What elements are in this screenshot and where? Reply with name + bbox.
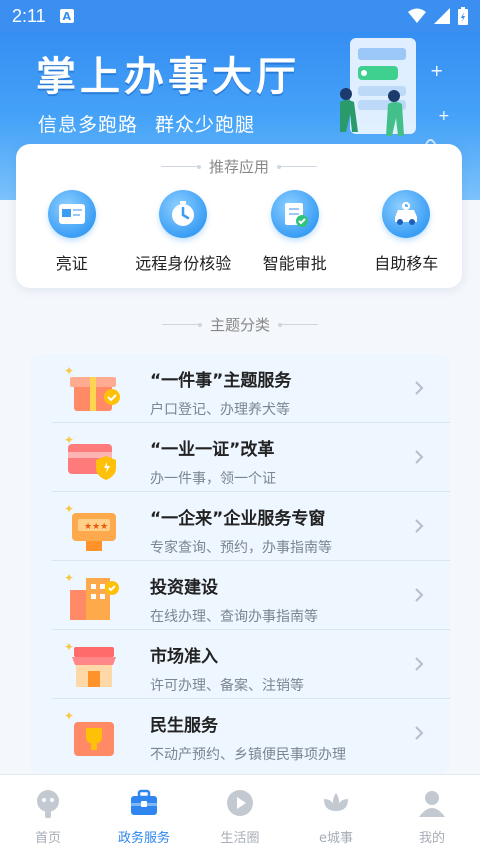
svg-text:+: + [438, 108, 450, 124]
stopwatch-icon [159, 190, 208, 238]
card-shield-icon: ✦ [64, 433, 116, 480]
theme-section-header: 主题分类 [0, 314, 480, 335]
bottom-nav: 首页 政务服务 生活圈 e城事 我的 [0, 774, 480, 854]
recommended-apps-card: 推荐应用 亮证 远程身份核验 智能审批 自助移车 [16, 144, 462, 288]
status-bar: 2:11 A [0, 0, 480, 32]
app-label: 远程身份核验 [135, 254, 232, 273]
notification-a-icon: A [59, 9, 74, 23]
chevron-right-icon [415, 381, 424, 395]
theme-item-investment-construction[interactable]: ✦ 投资建设 在线办理、查询办事指南等 [30, 561, 450, 630]
theme-item-enterprise-window[interactable]: ✦ ★★★ “一企来”企业服务专窗 专家查询、预约，办事指南等 [30, 492, 450, 561]
chevron-right-icon [415, 519, 424, 533]
theme-title: 市场准入 [150, 647, 218, 667]
nav-government-services[interactable]: 政务服务 [96, 775, 192, 854]
svg-text:✦: ✦ [64, 502, 74, 516]
svg-text:✦: ✦ [64, 640, 74, 654]
theme-item-one-matter[interactable]: ✦ “一件事”主题服务 户口登记、办理养犬等 [30, 354, 450, 423]
user-icon [419, 791, 445, 817]
theme-heading: 主题分类 [209, 316, 270, 334]
app-label: 自助移车 [374, 254, 439, 273]
svg-text:✦: ✦ [64, 571, 74, 585]
gift-box-icon: ✦ [64, 364, 120, 411]
nav-label: e城事 [319, 831, 353, 846]
theme-list: ✦ “一件事”主题服务 户口登记、办理养犬等 ✦ “一业一证”改革 办一件事，领… [30, 354, 450, 774]
recommended-section-header: 推荐应用 [16, 156, 462, 177]
chevron-right-icon [415, 450, 424, 464]
theme-desc: 办一件事，领一个证 [150, 471, 276, 487]
nav-life-circle[interactable]: 生活圈 [192, 775, 288, 854]
document-check-icon [270, 190, 319, 238]
chevron-right-icon [415, 588, 424, 602]
chevron-right-icon [415, 726, 424, 740]
lotus-icon [324, 793, 348, 811]
theme-desc: 在线办理、查询办事指南等 [150, 609, 318, 625]
banner-subtitle: 信息多跑路 群众少跑腿 [38, 114, 256, 136]
building-icon: ✦ [64, 571, 119, 620]
service-window-icon: ✦ ★★★ [64, 502, 116, 551]
app-label: 智能审批 [262, 254, 327, 273]
trophy-icon: ✦ [64, 709, 114, 756]
app-label: 亮证 [55, 254, 88, 273]
theme-item-livelihood-services[interactable]: ✦ 民生服务 不动产预约、乡镇便民事项办理 [30, 699, 450, 768]
nav-label: 首页 [34, 831, 61, 846]
chevron-right-icon [415, 657, 424, 671]
app-show-license[interactable]: 亮证 [16, 190, 128, 274]
theme-desc: 户口登记、办理养犬等 [150, 402, 290, 418]
storefront-icon: ✦ [64, 640, 116, 687]
theme-title: 投资建设 [150, 578, 218, 598]
signal-icon [434, 8, 450, 24]
banner-title: 掌上办事大厅 [36, 54, 300, 100]
status-time: 2:11 [12, 5, 46, 26]
wifi-icon [408, 8, 426, 23]
nav-label: 政务服务 [117, 831, 170, 846]
recommended-heading: 推荐应用 [208, 158, 269, 176]
nav-mine[interactable]: 我的 [384, 775, 480, 854]
id-card-icon [47, 190, 96, 238]
battery-icon [458, 7, 468, 25]
app-self-move-car[interactable]: 自助移车 [351, 190, 463, 274]
theme-desc: 许可办理、备案、注销等 [150, 678, 304, 694]
app-remote-id-verify[interactable]: 远程身份核验 [128, 190, 240, 274]
app-smart-approval[interactable]: 智能审批 [239, 190, 351, 274]
home-face-icon [37, 790, 59, 818]
theme-title: “一企来”企业服务专窗 [150, 509, 326, 529]
car-icon [382, 190, 431, 238]
play-circle-icon [227, 790, 253, 816]
briefcase-icon [131, 789, 157, 815]
nav-label: 生活圈 [220, 831, 260, 846]
svg-text:+: + [430, 61, 443, 80]
svg-text:✦: ✦ [64, 364, 74, 378]
nav-label: 我的 [418, 831, 445, 846]
theme-desc: 专家查询、预约，办事指南等 [150, 540, 332, 556]
theme-item-market-access[interactable]: ✦ 市场准入 许可办理、备案、注销等 [30, 630, 450, 699]
theme-title: “一件事”主题服务 [150, 371, 292, 391]
theme-item-one-industry[interactable]: ✦ “一业一证”改革 办一件事，领一个证 [30, 423, 450, 492]
nav-e-city[interactable]: e城事 [288, 775, 384, 854]
svg-text:✦: ✦ [64, 709, 74, 723]
svg-text:★★★: ★★★ [84, 522, 108, 532]
theme-desc: 不动产预约、乡镇便民事项办理 [150, 747, 346, 763]
theme-title: “一业一证”改革 [150, 440, 275, 460]
nav-home[interactable]: 首页 [0, 775, 96, 854]
theme-title: 民生服务 [150, 716, 218, 736]
